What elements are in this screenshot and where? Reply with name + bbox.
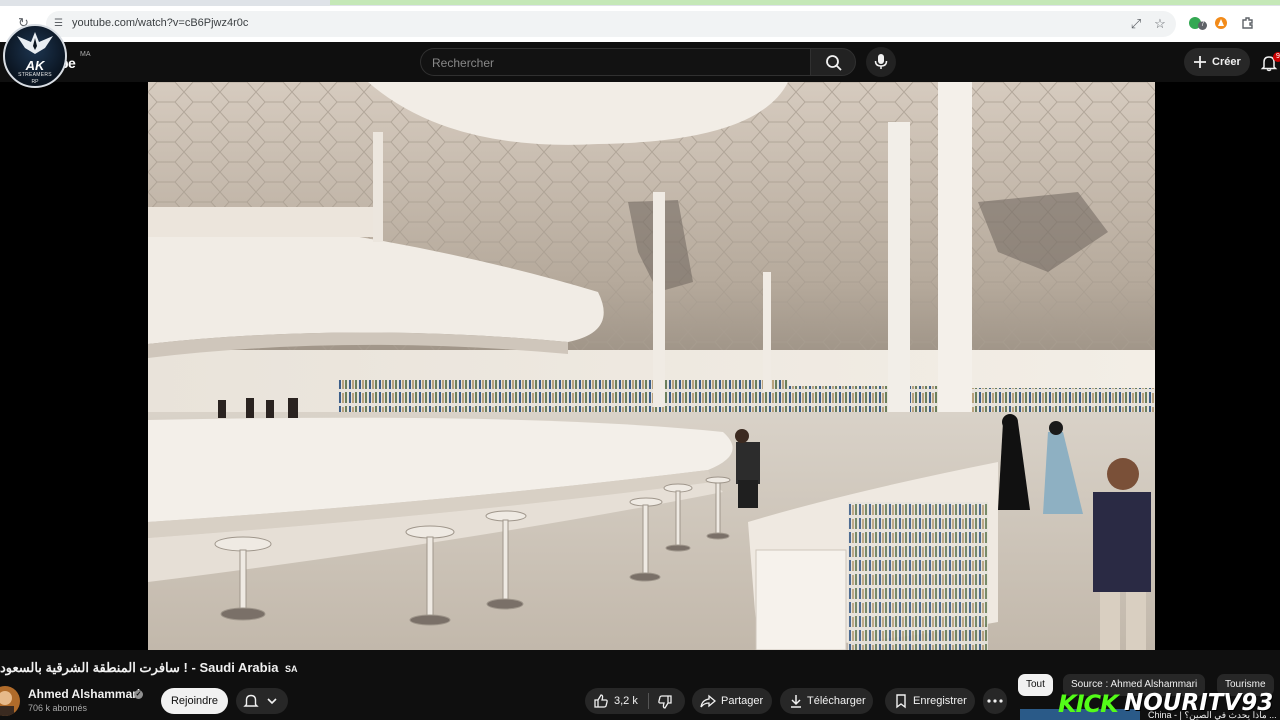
download-icon <box>791 695 801 708</box>
video-player[interactable] <box>0 82 1280 650</box>
verified-check-icon: ✓ <box>134 690 143 699</box>
share-arrow-icon <box>700 694 716 708</box>
extension-orange-icon[interactable] <box>1214 16 1230 32</box>
thumbs-down-icon <box>658 695 672 709</box>
search-icon <box>826 55 842 71</box>
bell-icon <box>243 694 259 707</box>
join-button[interactable]: Rejoindre <box>161 688 228 714</box>
like-count: 3,2 k <box>614 695 638 707</box>
plus-icon <box>1194 56 1206 68</box>
create-label: Créer <box>1212 56 1241 68</box>
microphone-icon <box>874 54 888 69</box>
chevron-down-icon <box>267 698 277 705</box>
search-placeholder: Rechercher <box>432 56 495 70</box>
ak-logo-text: AK <box>25 58 45 73</box>
like-dislike-group: 3,2 k <box>585 688 685 714</box>
more-dots-icon <box>987 699 1003 703</box>
dislike-button[interactable] <box>649 688 685 714</box>
phoenix-emblem-icon <box>17 32 53 54</box>
youtube-header: be MA Rechercher Créer 9 <box>0 42 1280 82</box>
subscriber-count: 706 k abonnés <box>28 703 88 713</box>
country-flag-label: SA <box>285 664 298 674</box>
thumbs-up-icon <box>594 694 608 708</box>
extension-badge: 7 <box>1198 21 1207 30</box>
search-input[interactable]: Rechercher <box>420 48 810 76</box>
video-title-separator: ! - <box>183 660 196 675</box>
save-button[interactable]: Enregistrer <box>885 688 975 714</box>
kick-logo: KICK <box>1058 690 1119 718</box>
video-frame[interactable] <box>148 82 1155 650</box>
video-title-latin: Saudi Arabia <box>199 660 279 675</box>
like-button[interactable]: 3,2 k <box>585 688 648 714</box>
channel-name[interactable]: Ahmed Alshammari <box>28 687 140 701</box>
share-label: Partager <box>721 695 764 707</box>
loading-bar <box>330 0 1280 5</box>
download-label: Télécharger <box>807 695 866 707</box>
ak-logo-subtitle-2: RP <box>31 79 39 85</box>
ak-streamers-logo: AK STREAMERS RP <box>3 24 67 88</box>
download-button[interactable]: Télécharger <box>780 688 873 714</box>
chip-all[interactable]: Tout <box>1018 674 1053 696</box>
streamer-username: NOURITV93 <box>1124 690 1274 716</box>
library-interior-scene <box>148 82 1155 650</box>
channel-avatar[interactable] <box>0 686 20 716</box>
save-label: Enregistrer <box>913 695 967 707</box>
ak-logo-subtitle: STREAMERS <box>18 72 52 78</box>
subscription-bell-button[interactable] <box>236 688 288 714</box>
share-button[interactable]: Partager <box>692 688 772 714</box>
video-title-arabic: سافرت المنطقة الشرقية بالسعود <box>0 660 180 675</box>
video-title: سافرت المنطقة الشرقية بالسعود ! - Saudi … <box>0 660 298 676</box>
extensions-puzzle-icon[interactable] <box>1241 16 1257 32</box>
browser-toolbar: ↻ ☰ youtube.com/watch?v=cB6Pjwz4r0c ⤢ ☆ … <box>0 6 1280 42</box>
bookmark-star-icon[interactable]: ☆ <box>1152 16 1168 32</box>
more-actions-button[interactable] <box>983 688 1007 714</box>
bookmark-icon <box>896 694 906 709</box>
search-button[interactable] <box>810 48 856 76</box>
url-text: youtube.com/watch?v=cB6Pjwz4r0c <box>72 17 249 29</box>
address-bar[interactable]: ☰ youtube.com/watch?v=cB6Pjwz4r0c <box>46 11 1176 37</box>
voice-search-button[interactable] <box>866 47 896 77</box>
create-button[interactable]: Créer <box>1184 48 1250 76</box>
country-code: MA <box>80 51 91 58</box>
install-app-icon[interactable]: ⤢ <box>1128 16 1144 32</box>
notification-count-badge: 9 <box>1273 52 1280 62</box>
